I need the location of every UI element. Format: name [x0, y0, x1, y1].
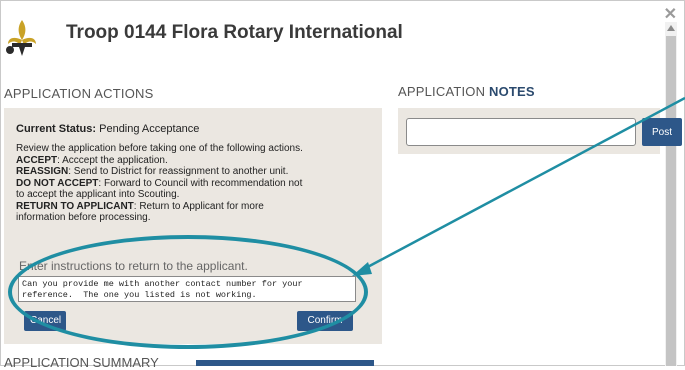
application-summary-heading: APPLICATION SUMMARY [4, 355, 159, 370]
application-actions-heading: APPLICATION ACTIONS [4, 86, 154, 101]
notes-heading-bold: NOTES [489, 84, 535, 99]
action-desc: : Forward to Council with recommendation… [98, 177, 303, 189]
action-key: RETURN TO APPLICANT [16, 200, 134, 212]
action-instructions: Review the application before taking one… [16, 143, 376, 224]
cancel-button[interactable]: Cancel [24, 311, 66, 331]
action-desc: : Return to Applicant for more [133, 200, 264, 212]
return-instructions-label: Enter instructions to return to the appl… [19, 259, 248, 273]
summary-bar [196, 360, 374, 366]
scroll-up-icon[interactable] [667, 25, 675, 31]
action-do-not-accept-cont: to accept the applicant into Scouting. [16, 189, 180, 200]
confirm-button[interactable]: Confirm [297, 311, 353, 331]
action-return-cont: information before processing. [16, 212, 151, 223]
status-label: Current Status: [16, 123, 97, 135]
current-status: Current Status: Pending Acceptance [16, 123, 199, 135]
post-button[interactable]: Post [642, 118, 682, 146]
note-input[interactable] [406, 118, 636, 146]
action-accept: ACCEPT: Acccept the application. [16, 155, 376, 167]
action-desc: : Acccept the application. [57, 154, 168, 166]
action-key: REASSIGN [16, 166, 69, 177]
action-reassign: REASSIGN: Send to District for reassignm… [16, 166, 376, 178]
return-instructions-field[interactable]: Can you provide me with another contact … [18, 276, 356, 302]
scout-fleur-de-lis-logo [6, 20, 36, 56]
action-key: ACCEPT [16, 154, 58, 166]
application-notes-heading: APPLICATION NOTES [398, 84, 535, 99]
scroll-thumb[interactable] [666, 36, 676, 366]
action-desc: : Send to District for reassignment to a… [68, 166, 289, 177]
troop-title: Troop 0144 Flora Rotary International [66, 22, 403, 43]
action-key: DO NOT ACCEPT [16, 177, 99, 189]
notes-heading-plain: APPLICATION [398, 84, 490, 99]
instructions-intro: Review the application before taking one… [16, 143, 303, 154]
close-icon[interactable]: ✕ [664, 4, 677, 24]
status-value: Pending Acceptance [96, 123, 200, 135]
action-return: RETURN TO APPLICANT: Return to Applicant… [16, 201, 376, 213]
action-do-not-accept: DO NOT ACCEPT: Forward to Council with r… [16, 178, 376, 190]
scrollbar[interactable] [665, 22, 677, 366]
